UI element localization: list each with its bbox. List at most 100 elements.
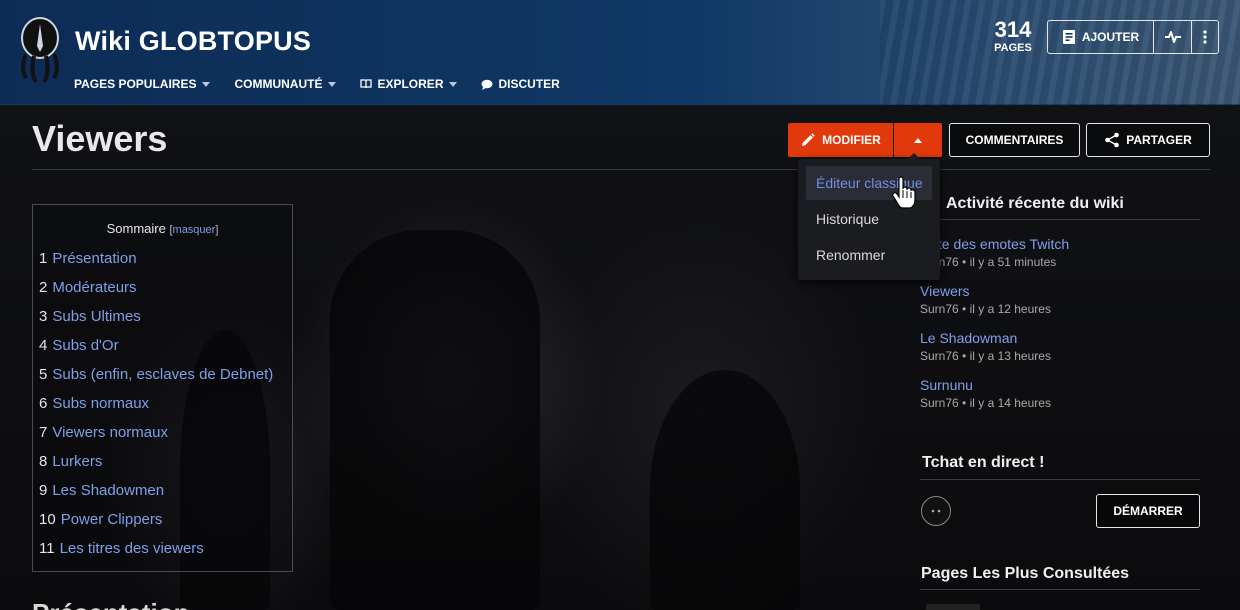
nav-community[interactable]: COMMUNAUTÉ bbox=[234, 77, 337, 91]
toc-item: 1 Présentation bbox=[39, 250, 273, 279]
toc-item-number: 11 bbox=[39, 540, 55, 557]
nav-explore[interactable]: EXPLORER bbox=[360, 77, 458, 91]
more-options-button[interactable] bbox=[1192, 21, 1218, 53]
activity-meta: Surn76 • il y a 14 heures bbox=[920, 396, 1051, 410]
toc-item: 9 Les Shadowmen bbox=[39, 482, 273, 511]
activity-link[interactable]: Le Shadowman bbox=[920, 330, 1200, 346]
wiki-header: Wiki GLOBTOPUS PAGES POPULAIRES COMMUNAU… bbox=[0, 0, 1240, 105]
nav-popular-pages[interactable]: PAGES POPULAIRES bbox=[74, 77, 211, 91]
activity-link[interactable]: Liste des emotes Twitch bbox=[920, 236, 1200, 252]
toc-item-link[interactable]: Les Shadowmen bbox=[52, 482, 164, 499]
toc-item-link[interactable]: Lurkers bbox=[52, 453, 102, 470]
comments-button-label: COMMENTAIRES bbox=[965, 133, 1064, 147]
add-button[interactable]: AJOUTER bbox=[1048, 21, 1154, 53]
toc-item: 2 Modérateurs bbox=[39, 279, 273, 308]
live-chat-title: Tchat en direct ! bbox=[922, 454, 1045, 471]
start-chat-label: DÉMARRER bbox=[1113, 504, 1183, 518]
chevron-up-icon bbox=[914, 137, 922, 143]
toc-item-number: 9 bbox=[39, 482, 48, 499]
background-figure bbox=[330, 230, 540, 610]
toc-item: 11 Les titres des viewers bbox=[39, 540, 273, 569]
toc-header: Sommaire [masquer] bbox=[33, 221, 292, 236]
toc-list: 1 Présentation 2 Modérateurs 3 Subs Ultimes… bbox=[39, 250, 273, 569]
title-divider bbox=[32, 169, 1210, 170]
toc-item-link[interactable]: Subs d'Or bbox=[52, 337, 118, 354]
activity-item: Surnunu Surn76 • il y a 14 heures bbox=[920, 377, 1200, 410]
toc-item-number: 2 bbox=[39, 279, 48, 296]
chevron-down-icon bbox=[202, 81, 211, 87]
toc-item: 3 Subs Ultimes bbox=[39, 308, 273, 337]
toc-item-link[interactable]: Viewers normaux bbox=[52, 424, 168, 441]
header-actions: AJOUTER bbox=[1047, 20, 1219, 54]
section-heading: Présentation bbox=[32, 598, 190, 610]
add-page-icon bbox=[1062, 30, 1075, 44]
toc-item-link[interactable]: Modérateurs bbox=[52, 279, 136, 296]
share-button[interactable]: PARTAGER bbox=[1086, 123, 1210, 157]
book-icon bbox=[360, 79, 373, 89]
activity-link[interactable]: Surnunu bbox=[920, 377, 1200, 393]
toc-item-link[interactable]: Subs (enfin, esclaves de Debnet) bbox=[52, 366, 273, 383]
toc-item-number: 8 bbox=[39, 453, 48, 470]
toc-bracket: ] bbox=[215, 224, 219, 236]
toc-toggle-link[interactable]: masquer bbox=[173, 224, 216, 236]
toc-item-number: 7 bbox=[39, 424, 48, 441]
toc-item: 5 Subs (enfin, esclaves de Debnet) bbox=[39, 366, 273, 395]
activity-link[interactable]: Viewers bbox=[920, 283, 1200, 299]
toc-item-number: 1 bbox=[39, 250, 48, 267]
pages-count-number: 314 bbox=[994, 17, 1032, 42]
toc-item-link[interactable]: Les titres des viewers bbox=[60, 540, 204, 557]
popular-pages-divider bbox=[920, 589, 1200, 590]
toc-item-number: 4 bbox=[39, 337, 48, 354]
pages-counter[interactable]: 314 PAGES bbox=[986, 17, 1040, 54]
activity-meta: Surn76 • il y a 12 heures bbox=[920, 302, 1051, 316]
activity-button[interactable] bbox=[1154, 21, 1192, 53]
share-icon bbox=[1105, 132, 1120, 148]
toc-item-number: 3 bbox=[39, 308, 48, 325]
popular-page-thumbnail[interactable] bbox=[926, 604, 980, 610]
pages-count-label: PAGES bbox=[994, 42, 1032, 54]
chat-avatar bbox=[921, 496, 951, 526]
nav-discuss[interactable]: DISCUTER bbox=[481, 77, 560, 91]
activity-item: Liste des emotes Twitch Surn76 • il y a … bbox=[920, 236, 1200, 269]
live-chat-divider bbox=[920, 479, 1200, 480]
start-chat-button[interactable]: DÉMARRER bbox=[1096, 494, 1200, 528]
toc-item-link[interactable]: Subs normaux bbox=[52, 395, 149, 412]
chat-bubble-icon bbox=[481, 79, 493, 90]
activity-pulse-icon bbox=[1164, 31, 1181, 43]
toc-item-link[interactable]: Présentation bbox=[52, 250, 136, 267]
pencil-icon bbox=[802, 132, 815, 146]
table-of-contents: Sommaire [masquer] 1 Présentation 2 Modéra… bbox=[32, 204, 293, 572]
recent-activity-title: Activité récente du wiki bbox=[946, 195, 1124, 212]
nav-label: EXPLORER bbox=[377, 77, 444, 91]
activity-item: Le Shadowman Surn76 • il y a 13 heures bbox=[920, 330, 1200, 363]
nav-label: COMMUNAUTÉ bbox=[234, 77, 323, 91]
comments-button[interactable]: COMMENTAIRES bbox=[949, 123, 1080, 157]
kebab-menu-icon bbox=[1203, 30, 1207, 44]
popular-pages-title: Pages Les Plus Consultées bbox=[921, 565, 1130, 582]
toc-title: Sommaire bbox=[106, 221, 166, 236]
toc-item-link[interactable]: Power Clippers bbox=[61, 511, 163, 528]
wiki-logo[interactable] bbox=[18, 16, 62, 86]
chevron-down-icon bbox=[328, 81, 337, 87]
edit-dropdown-menu: Éditeur classique Historique Renommer bbox=[798, 153, 940, 280]
edit-button[interactable]: MODIFIER bbox=[788, 123, 893, 157]
menu-item-rename[interactable]: Renommer bbox=[806, 238, 932, 272]
edit-dropdown-toggle[interactable] bbox=[894, 123, 942, 157]
hand-cursor-icon bbox=[892, 176, 916, 209]
toc-item: 4 Subs d'Or bbox=[39, 337, 273, 366]
toc-item-number: 6 bbox=[39, 395, 48, 412]
share-button-label: PARTAGER bbox=[1126, 133, 1192, 147]
nav-label: DISCUTER bbox=[498, 77, 560, 91]
toc-item: 10 Power Clippers bbox=[39, 511, 273, 540]
toc-item: 8 Lurkers bbox=[39, 453, 273, 482]
activity-meta: Surn76 • il y a 51 minutes bbox=[920, 255, 1057, 269]
avatar-face-icon bbox=[931, 509, 941, 513]
recent-activity-divider bbox=[920, 219, 1200, 220]
toc-item-link[interactable]: Subs Ultimes bbox=[52, 308, 140, 325]
chevron-down-icon bbox=[449, 81, 458, 87]
wiki-nav: PAGES POPULAIRES COMMUNAUTÉ EXPLORER DIS… bbox=[74, 77, 584, 91]
activity-meta: Surn76 • il y a 13 heures bbox=[920, 349, 1051, 363]
add-button-label: AJOUTER bbox=[1081, 30, 1140, 44]
wiki-title[interactable]: Wiki GLOBTOPUS bbox=[75, 26, 311, 57]
background-figure bbox=[650, 370, 800, 610]
